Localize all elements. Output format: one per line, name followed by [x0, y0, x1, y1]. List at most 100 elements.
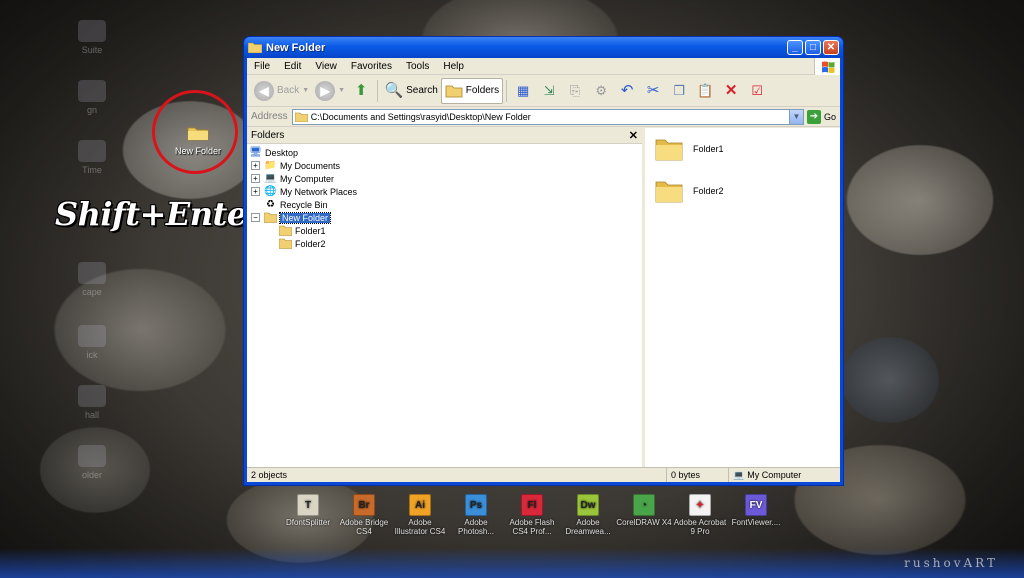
dock-item-flash[interactable]: Fl Adobe Flash CS4 Prof... [504, 494, 560, 536]
content-item-folder1[interactable]: Folder1 [655, 136, 724, 162]
go-label: Go [823, 111, 836, 122]
cut-icon[interactable]: ✂ [643, 81, 663, 101]
tree-item-my-documents[interactable]: + 📁 My Documents [249, 159, 642, 172]
desktop-icon[interactable]: hall [62, 385, 122, 420]
menu-file[interactable]: File [247, 61, 277, 72]
windows-logo-icon [814, 58, 840, 75]
dropdown-arrow-icon: ▼ [338, 87, 346, 94]
collapse-icon[interactable]: − [251, 213, 260, 222]
dock-item-photoshop[interactable]: Ps Adobe Photosh... [448, 494, 504, 536]
status-size: 0 bytes [667, 468, 729, 482]
tree-item-label: My Documents [280, 160, 341, 171]
menu-favorites[interactable]: Favorites [344, 61, 399, 72]
tree-item-desktop[interactable]: 🖥 Desktop [249, 146, 642, 159]
forward-arrow-icon: ▶ [315, 80, 336, 101]
tree-item-folder2[interactable]: Folder2 [249, 237, 642, 250]
tree-item-label: My Network Places [280, 186, 358, 197]
dock-item-label: Adobe Dreamwea... [565, 518, 611, 536]
desktop-icon: 🖥 [249, 147, 262, 158]
tree-item-my-network-places[interactable]: + 🌐 My Network Places [249, 185, 642, 198]
illustrator-icon: Ai [409, 494, 431, 516]
menu-help[interactable]: Help [436, 61, 471, 72]
minimize-button[interactable]: _ [787, 40, 803, 55]
desktop-icon[interactable]: older [62, 445, 122, 480]
desktop-icon-label: cape [82, 287, 102, 297]
dock-item-coreldraw[interactable]: ◔ CorelDRAW X4 [616, 494, 672, 536]
paste-icon[interactable]: 📋 [695, 81, 715, 101]
folders-pane-close-button[interactable]: ✕ [629, 129, 638, 142]
content-item-label: Folder2 [693, 186, 724, 196]
tree-item-folder1[interactable]: Folder1 [249, 224, 642, 237]
content-pane: Folder1 Folder2 [645, 128, 840, 467]
folders-button[interactable]: Folders [440, 77, 504, 104]
dock-item-label: CorelDRAW X4 [616, 518, 672, 527]
menu-edit[interactable]: Edit [277, 61, 308, 72]
tree-item-label: New Folder [278, 211, 332, 224]
dock-item-acrobat[interactable]: ✦ Adobe Acrobat 9 Pro [672, 494, 728, 536]
folder-icon [248, 42, 262, 53]
explorer-window: New Folder _ □ ✕ File Edit View Favorite… [243, 36, 844, 486]
close-button[interactable]: ✕ [823, 40, 839, 55]
menu-view[interactable]: View [308, 61, 344, 72]
desktop-icon[interactable]: cape [62, 262, 122, 297]
toolbar: ◀ Back ▼ ▶ ▼ ⬆ 🔍 Search Folders ▦ ⇲ ⎘ ⚙ … [247, 75, 840, 107]
taskbar [0, 548, 1024, 578]
desktop-icon[interactable]: Suite [62, 20, 122, 55]
back-label: Back [277, 85, 300, 96]
tree-item-new-folder[interactable]: − New Folder [249, 211, 642, 224]
properties-gray-icon[interactable]: ⚙ [591, 81, 611, 101]
back-button[interactable]: ◀ Back ▼ [251, 78, 312, 104]
folder-icon [445, 85, 463, 97]
folder-icon [655, 139, 683, 161]
forward-button[interactable]: ▶ ▼ [312, 78, 348, 104]
expand-icon[interactable]: + [251, 174, 260, 183]
highlight-circle [152, 90, 238, 174]
search-button[interactable]: 🔍 Search [381, 78, 441, 104]
dock-item-illustrator[interactable]: Ai Adobe Illustrator CS4 [392, 494, 448, 536]
up-folder-icon[interactable]: ⬆ [351, 81, 371, 101]
photoshop-icon: Ps [465, 494, 487, 516]
title-bar[interactable]: New Folder _ □ ✕ [244, 37, 843, 58]
content-item-folder2[interactable]: Folder2 [655, 178, 724, 204]
expand-icon[interactable]: + [251, 161, 260, 170]
expand-icon[interactable]: + [251, 187, 260, 196]
go-button[interactable]: ➔ Go [806, 109, 836, 124]
desktop-icon[interactable]: Time [62, 140, 122, 175]
dock-item-label: Adobe Illustrator CS4 [394, 518, 446, 536]
desktop-icon-label: Suite [81, 45, 103, 55]
copy-to-icon[interactable]: ⎘ [565, 81, 585, 101]
address-input[interactable]: C:\Documents and Settings\rasyid\Desktop… [291, 108, 804, 125]
delete-icon[interactable]: ✕ [721, 81, 741, 101]
copy-icon[interactable]: ❐ [669, 81, 689, 101]
dock-item-dreamweaver[interactable]: Dw Adobe Dreamwea... [560, 494, 616, 536]
dock-item-dfontsplitter[interactable]: T DfontSplitter [280, 494, 336, 536]
folders-pane: Folders ✕ 🖥 Desktop + 📁 My Documents + 💻… [247, 128, 645, 467]
folder-icon [279, 238, 292, 249]
move-to-icon[interactable]: ⇲ [539, 81, 559, 101]
shortcut-caption: Shift+Enter [55, 195, 264, 233]
dock-item-label: Adobe Bridge CS4 [339, 518, 389, 536]
undo-icon[interactable]: ↶ [617, 81, 637, 101]
dock-item-label: Adobe Acrobat 9 Pro [673, 518, 727, 536]
desktop-icon-label: Time [82, 165, 102, 175]
tree-item-my-computer[interactable]: + 💻 My Computer [249, 172, 642, 185]
toolbar-separator [377, 79, 379, 102]
documents-folder-icon: 📁 [264, 160, 277, 171]
dreamweaver-icon: Dw [577, 494, 599, 516]
properties-icon[interactable]: ☑ [747, 81, 767, 101]
desktop-icon-label: gn [86, 105, 97, 115]
dock-item-label: Adobe Photosh... [457, 518, 495, 536]
dock-item-fontviewer[interactable]: FV FontViewer.... [728, 494, 784, 536]
tree-item-recycle-bin[interactable]: ♻ Recycle Bin [249, 198, 642, 211]
dock-item-bridge[interactable]: Br Adobe Bridge CS4 [336, 494, 392, 536]
back-arrow-icon: ◀ [254, 80, 274, 101]
status-bar: 2 objects 0 bytes 💻 My Computer [247, 467, 840, 482]
views-icon[interactable]: ▦ [513, 81, 533, 101]
address-dropdown-button[interactable]: ▼ [788, 109, 803, 124]
menu-tools[interactable]: Tools [399, 61, 436, 72]
dock-item-label: FontViewer.... [731, 518, 781, 527]
computer-icon: 💻 [733, 469, 745, 480]
maximize-button[interactable]: □ [805, 40, 821, 55]
desktop-icon[interactable]: ick [62, 325, 122, 360]
desktop-icon[interactable]: gn [62, 80, 122, 115]
